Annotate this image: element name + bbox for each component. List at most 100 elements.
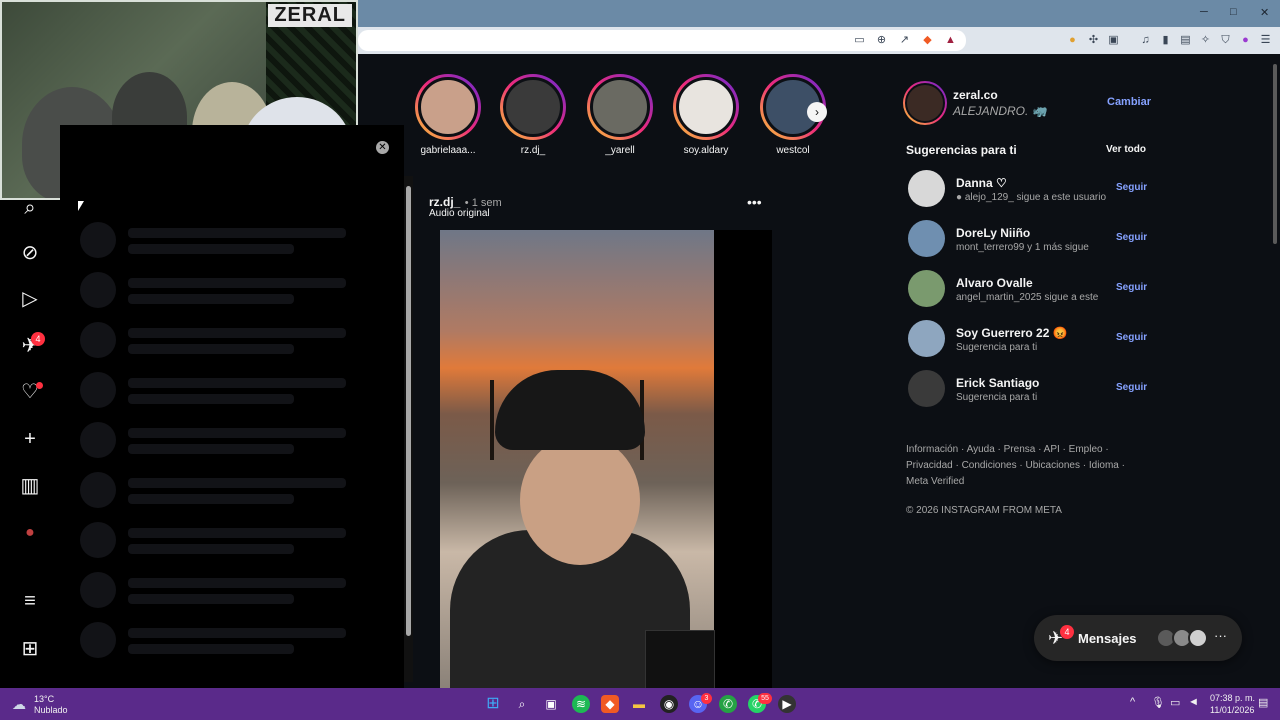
screen-cast-icon[interactable]: ▭ <box>853 34 866 47</box>
suggestion-subtitle: Sugerencia para ti <box>956 392 1038 403</box>
main-feed: gabrielaaa... rz.dj_ _yarell soy.aldary … <box>413 54 893 688</box>
story-username: gabrielaaa... <box>420 145 476 156</box>
notifications-icon[interactable]: ▤ <box>1258 696 1268 709</box>
discord-badge: 3 <box>701 693 712 704</box>
suggestion-username[interactable]: Alvaro Ovalle <box>956 276 1033 290</box>
maximize-button[interactable]: □ <box>1230 6 1237 18</box>
whatsapp-business-icon[interactable]: ✆ <box>719 695 737 713</box>
story-username: _yarell <box>605 145 635 156</box>
post-username[interactable]: rz.dj_ <box>429 195 460 209</box>
footer-links[interactable]: Información · Ayuda · Prensa · API · Emp… <box>906 442 1126 490</box>
dashboard-icon[interactable]: ▥ <box>19 475 41 497</box>
vpn-icon[interactable]: ⛉ <box>1219 34 1232 47</box>
suggestion-username[interactable]: Danna ♡ <box>956 176 1007 190</box>
messages-button[interactable]: ✈ 4 Mensajes ··· <box>1034 615 1242 661</box>
profile-avatar-icon[interactable]: ● <box>19 522 41 544</box>
follow-button[interactable]: Seguir <box>1116 282 1147 293</box>
skeleton-row <box>80 622 360 658</box>
suggestion-avatar[interactable] <box>908 270 945 307</box>
extension-icon[interactable]: ● <box>1066 34 1079 47</box>
follow-button[interactable]: Seguir <box>1116 382 1147 393</box>
chevron-up-icon[interactable]: ^ <box>1130 696 1135 708</box>
microphone-icon[interactable]: 🎙 <box>1151 696 1165 709</box>
story-item[interactable]: _yarell <box>585 74 655 156</box>
suggestion-username[interactable]: DoreLy Niiño <box>956 226 1030 240</box>
skeleton-row <box>80 422 360 458</box>
post-video[interactable] <box>440 230 772 688</box>
whatsapp-badge: 55 <box>758 693 772 704</box>
see-all-link[interactable]: Ver todo <box>1106 144 1146 155</box>
brave-shield-icon[interactable]: ◆ <box>921 34 934 47</box>
suggestion-avatar[interactable] <box>908 220 945 257</box>
create-icon[interactable]: + <box>19 428 41 450</box>
suggestion-username[interactable]: Soy Guerrero 22 😡 <box>956 326 1068 340</box>
story-username: soy.aldary <box>683 145 729 156</box>
task-view-icon[interactable]: ▣ <box>542 695 560 713</box>
minimize-button[interactable]: ─ <box>1200 6 1208 18</box>
menu-icon[interactable]: ☰ <box>1259 34 1272 47</box>
suggestion-username[interactable]: Erick Santiago <box>956 376 1039 390</box>
clear-search-icon[interactable]: ✕ <box>376 141 389 154</box>
volume-icon[interactable]: ◄ <box>1188 696 1199 708</box>
network-icon[interactable]: ▭ <box>1170 696 1180 709</box>
copyright: © 2026 INSTAGRAM FROM META <box>906 505 1062 516</box>
post-audio[interactable]: Audio original <box>429 208 490 219</box>
search-scrollbar[interactable] <box>404 176 413 682</box>
downloads-icon[interactable]: ▣ <box>1107 34 1120 47</box>
media-icon[interactable]: ♫ <box>1139 34 1152 47</box>
follow-button[interactable]: Seguir <box>1116 232 1147 243</box>
direct-badge: 4 <box>31 332 45 346</box>
wallet-icon[interactable]: ▤ <box>1179 34 1192 47</box>
reels-icon[interactable]: ▷ <box>19 288 41 310</box>
share-icon[interactable]: ↗ <box>898 34 911 47</box>
explore-icon[interactable]: ⊘ <box>19 242 41 264</box>
follow-button[interactable]: Seguir <box>1116 182 1147 193</box>
media-player-icon[interactable]: ▶ <box>778 695 796 713</box>
brave-rewards-icon[interactable]: ▲ <box>944 34 957 47</box>
suggestion-subtitle: ● alejo_129_ sigue a este usuario <box>956 192 1107 203</box>
clock-time[interactable]: 07:38 p. m. <box>1210 693 1255 703</box>
search-icon[interactable]: ⌕ <box>513 695 531 713</box>
follow-button[interactable]: Seguir <box>1116 332 1147 343</box>
switch-account-link[interactable]: Cambiar <box>1107 96 1151 108</box>
stories-next-button[interactable]: › <box>807 102 827 122</box>
post-options-button[interactable]: ••• <box>747 194 762 210</box>
sidebar-toggle-icon[interactable]: ▮ <box>1159 34 1172 47</box>
my-username[interactable]: zeral.co <box>953 88 998 102</box>
skeleton-row <box>80 322 360 358</box>
apps-icon[interactable]: ⊞ <box>19 638 41 660</box>
file-explorer-icon[interactable]: ▬ <box>630 695 648 713</box>
suggestion-item: Soy Guerrero 22 😡 Sugerencia para ti Seg… <box>908 320 1148 358</box>
windows-start-icon[interactable]: ⊞ <box>484 695 502 713</box>
story-item[interactable]: rz.dj_ <box>498 74 568 156</box>
obs-icon[interactable]: ◉ <box>660 695 678 713</box>
weather-condition[interactable]: Nublado <box>34 705 68 715</box>
suggestion-avatar[interactable] <box>908 320 945 357</box>
windows-taskbar: ☁ 13°C Nublado ⊞ ⌕ ▣ ≋ ◆ ▬ ◉ ☺ 3 ✆ ✆ 55 … <box>0 688 1280 720</box>
skeleton-row <box>80 272 360 308</box>
extensions-puzzle-icon[interactable]: ✣ <box>1087 34 1100 47</box>
mouse-cursor <box>78 201 84 211</box>
story-avatar <box>590 77 650 137</box>
skeleton-row <box>80 372 360 408</box>
page-scrollbar[interactable] <box>1270 54 1280 688</box>
suggestion-avatar[interactable] <box>908 170 945 207</box>
weather-temp[interactable]: 13°C <box>34 694 54 704</box>
search-icon[interactable]: ⌕ <box>19 197 41 219</box>
video-frame <box>440 230 715 688</box>
zoom-icon[interactable]: ⊕ <box>875 34 888 47</box>
spotify-icon[interactable]: ≋ <box>572 695 590 713</box>
story-item[interactable]: gabrielaaa... <box>413 74 483 156</box>
story-item[interactable]: soy.aldary <box>671 74 741 156</box>
suggestion-avatar[interactable] <box>908 370 945 407</box>
more-menu-icon[interactable]: ≡ <box>19 590 41 612</box>
cloud-icon[interactable]: ☁ <box>12 696 26 713</box>
leo-icon[interactable]: ✧ <box>1199 34 1212 47</box>
clock-date[interactable]: 11/01/2026 <box>1210 705 1254 715</box>
story-username: westcol <box>776 145 810 156</box>
profile-icon[interactable]: ● <box>1239 34 1252 47</box>
close-window-button[interactable]: ✕ <box>1260 6 1269 19</box>
my-avatar[interactable] <box>903 81 947 125</box>
brave-icon[interactable]: ◆ <box>601 695 619 713</box>
message-avatar <box>1188 628 1208 648</box>
